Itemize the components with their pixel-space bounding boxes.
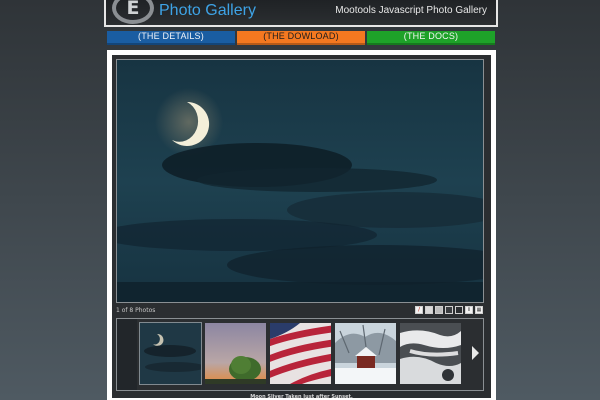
next-arrow-icon[interactable] xyxy=(472,346,479,360)
thumbnail-flag[interactable] xyxy=(270,323,331,384)
gallery-panel: 1 of 8 Photos / i ▦ Moon Sliver Taken Ju… xyxy=(107,50,496,400)
nav-docs-button[interactable]: (THE DOCS) xyxy=(367,31,495,45)
site-tagline: Mootools Javascript Photo Gallery xyxy=(335,5,487,16)
slideshow-icon[interactable]: / xyxy=(415,306,423,314)
nav-details-button[interactable]: (THE DETAILS) xyxy=(107,31,235,45)
nav-download-button[interactable]: (THE DOWLOAD) xyxy=(237,31,365,45)
viewer-controls: / i ▦ xyxy=(415,306,483,314)
site-title: Photo Gallery xyxy=(159,2,256,19)
thumbnail-strip xyxy=(116,318,484,391)
size-medium-icon[interactable] xyxy=(435,306,443,314)
thumbnail-winter-stream[interactable] xyxy=(400,323,461,384)
thumbnail-moon-sliver[interactable] xyxy=(139,322,202,385)
thumbnail-tree-at-dusk[interactable] xyxy=(205,323,266,384)
site-header: E Photo Gallery Mootools Javascript Phot… xyxy=(104,0,498,27)
size-small-icon[interactable] xyxy=(425,306,433,314)
gallery-viewer: 1 of 8 Photos / i ▦ Moon Sliver Taken Ju… xyxy=(112,55,491,400)
size-large-icon[interactable] xyxy=(445,306,453,314)
photo-counter: 1 of 8 Photos xyxy=(116,307,156,314)
logo-icon: E xyxy=(112,0,154,24)
info-icon[interactable]: i xyxy=(465,306,473,314)
strip-prev-area[interactable] xyxy=(117,319,137,390)
size-full-icon[interactable] xyxy=(455,306,463,314)
photo-caption: Moon Sliver Taken Just after Sunset. xyxy=(250,394,353,400)
main-nav: (THE DETAILS) (THE DOWLOAD) (THE DOCS) xyxy=(107,31,495,45)
thumbnail-snowy-barn[interactable] xyxy=(335,323,396,384)
grid-icon[interactable]: ▦ xyxy=(475,306,483,314)
main-photo[interactable] xyxy=(116,59,484,303)
